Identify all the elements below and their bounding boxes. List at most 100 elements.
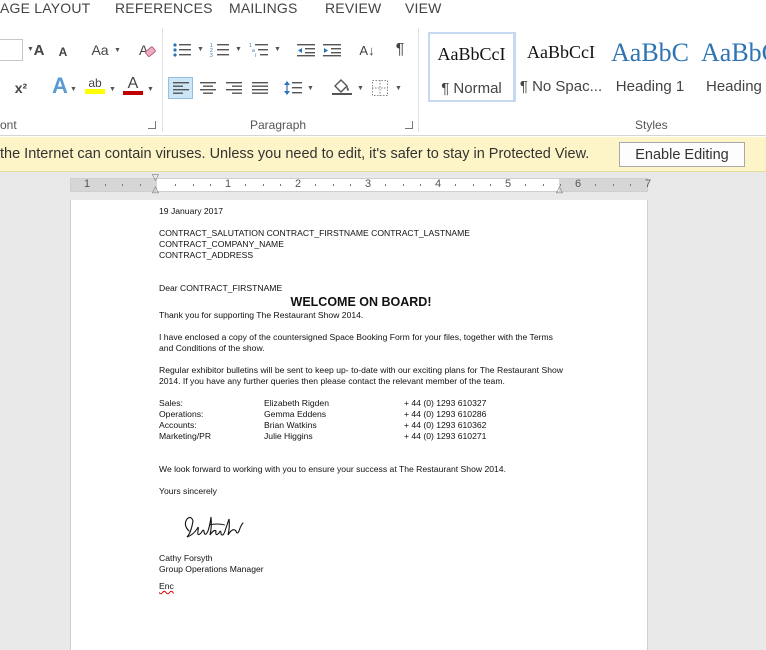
shrink-font-button[interactable]: A <box>54 41 72 63</box>
change-case-dropdown-icon[interactable]: ▼ <box>114 47 121 54</box>
hanging-indent-marker[interactable]: △ <box>152 185 159 194</box>
ruler-tick <box>105 184 106 186</box>
address-line: CONTRACT_COMPANY_NAME <box>159 239 284 249</box>
style-name: Heading <box>706 78 762 95</box>
text-effects-dropdown-icon[interactable]: ▼ <box>70 86 77 93</box>
line-spacing-icon <box>284 81 302 95</box>
style-heading-1[interactable]: AaBbC Heading 1 <box>606 32 694 102</box>
address-line: CONTRACT_SALUTATION CONTRACT_FIRSTNAME C… <box>159 228 470 238</box>
team-role: Accounts: <box>159 420 197 430</box>
ruler-number: 6 <box>574 178 582 190</box>
letter-sign-off: Yours sincerely <box>159 486 217 496</box>
group-separator <box>162 28 163 132</box>
highlight-button[interactable]: ab <box>84 74 106 96</box>
right-indent-marker[interactable]: △ <box>556 185 563 194</box>
ruler-number: 1 <box>224 178 232 190</box>
ribbon: ▼ A A Aa ▼ A x² A ▼ ab ▼ A ▼ ont ▼ 123 ▼… <box>0 22 766 136</box>
style-normal[interactable]: AaBbCcI ¶ Normal <box>428 32 516 102</box>
font-color-dropdown-icon[interactable]: ▼ <box>147 86 154 93</box>
increase-indent-button[interactable] <box>321 39 343 61</box>
multilevel-list-button[interactable]: 1ai <box>247 39 271 61</box>
line-spacing-dropdown-icon[interactable]: ▼ <box>307 85 314 92</box>
style-sample: AaBbCcI <box>527 42 595 62</box>
grow-font-button[interactable]: A <box>29 39 49 61</box>
decrease-indent-button[interactable] <box>295 39 317 61</box>
team-name: Julie Higgins <box>264 431 313 441</box>
ruler-number: 5 <box>504 178 512 190</box>
team-name: Brian Watkins <box>264 420 317 430</box>
ruler-tick <box>245 184 246 186</box>
paragraph-group-label: Paragraph <box>250 118 307 132</box>
borders-button[interactable] <box>370 77 390 99</box>
tab-review[interactable]: REVIEW <box>325 0 381 16</box>
align-left-icon <box>172 82 189 94</box>
tab-page-layout[interactable]: AGE LAYOUT <box>0 0 90 16</box>
letter-greeting: Dear CONTRACT_FIRSTNAME <box>159 283 283 293</box>
text-effects-button[interactable]: A <box>48 73 72 98</box>
superscript-button[interactable]: x² <box>10 77 32 99</box>
align-right-button[interactable] <box>222 77 246 99</box>
document-canvas[interactable]: 1 1 2 3 4 5 6 7 ▽ △ △ 19 January 2017 CO… <box>0 172 766 650</box>
first-line-indent-marker[interactable]: ▽ <box>152 173 159 182</box>
multilevel-dropdown-icon[interactable]: ▼ <box>274 46 281 53</box>
font-size-input[interactable] <box>0 39 23 61</box>
borders-dropdown-icon[interactable]: ▼ <box>395 85 402 92</box>
ruler-tick <box>315 184 316 186</box>
paragraph-dialog-launcher[interactable] <box>405 121 413 129</box>
eraser-icon: A <box>139 42 156 58</box>
tab-view[interactable]: VIEW <box>405 0 442 16</box>
font-color-button[interactable]: A <box>122 74 144 96</box>
style-name: Heading 1 <box>615 78 685 95</box>
team-contact-row: Accounts: Brian Watkins + 44 (0) 1293 61… <box>159 420 563 431</box>
clear-formatting-button[interactable]: A <box>136 39 158 61</box>
style-heading-2[interactable]: AaBbC Heading <box>695 32 766 102</box>
font-color-swatch <box>123 90 143 95</box>
team-phone: + 44 (0) 1293 610271 <box>404 431 487 441</box>
shading-button[interactable] <box>330 75 354 97</box>
style-no-spacing[interactable]: AaBbCcI ¶ No Spac... <box>517 32 605 102</box>
enclosure-note: Enc <box>159 581 174 591</box>
sort-button[interactable]: A↓ <box>356 39 378 61</box>
team-phone: + 44 (0) 1293 610362 <box>404 420 487 430</box>
align-right-icon <box>226 82 242 94</box>
enable-editing-button[interactable]: Enable Editing <box>619 142 745 167</box>
show-marks-button[interactable]: ¶ <box>390 39 410 61</box>
justify-button[interactable] <box>248 77 272 99</box>
letter-paragraph: Thank you for supporting The Restaurant … <box>159 310 364 320</box>
tab-references[interactable]: REFERENCES <box>115 0 213 16</box>
horizontal-ruler[interactable]: 1 1 2 3 4 5 6 7 ▽ △ △ <box>70 173 651 194</box>
ruler-tick <box>543 184 544 186</box>
team-name: Gemma Eddens <box>264 409 327 419</box>
bullets-button[interactable] <box>170 39 194 61</box>
line-spacing-button[interactable] <box>282 77 304 99</box>
decrease-indent-icon <box>297 44 315 57</box>
team-role: Operations: <box>159 409 204 419</box>
shading-dropdown-icon[interactable]: ▼ <box>357 85 364 92</box>
signer-title: Group Operations Manager <box>159 564 264 574</box>
change-case-button[interactable]: Aa <box>87 39 113 61</box>
ruler-tick <box>210 184 211 186</box>
tab-mailings[interactable]: MAILINGS <box>229 0 298 16</box>
signature-image <box>181 511 563 545</box>
ruler-number: 3 <box>364 178 372 190</box>
numbering-dropdown-icon[interactable]: ▼ <box>235 46 242 53</box>
ruler-number: 4 <box>434 178 442 190</box>
align-center-icon <box>200 82 216 94</box>
ribbon-tabs: AGE LAYOUT REFERENCES MAILINGS REVIEW VI… <box>0 0 766 22</box>
align-left-button[interactable] <box>168 77 193 99</box>
multilevel-list-icon: 1ai <box>249 43 268 58</box>
svg-text:3: 3 <box>210 53 213 58</box>
address-line: CONTRACT_ADDRESS <box>159 250 254 260</box>
numbering-button[interactable]: 123 <box>208 39 232 61</box>
group-separator <box>418 28 419 132</box>
align-center-button[interactable] <box>196 77 220 99</box>
ruler-tick <box>140 184 141 186</box>
highlight-dropdown-icon[interactable]: ▼ <box>109 86 116 93</box>
document-body[interactable]: 19 January 2017 CONTRACT_SALUTATION CONT… <box>159 206 563 592</box>
ruler-tick <box>350 184 351 186</box>
font-dialog-launcher[interactable] <box>148 121 156 129</box>
document-page[interactable]: 19 January 2017 CONTRACT_SALUTATION CONT… <box>70 200 648 650</box>
bullets-dropdown-icon[interactable]: ▼ <box>197 46 204 53</box>
letter-paragraph: I have enclosed a copy of the countersig… <box>159 332 553 353</box>
svg-text:i: i <box>255 53 256 58</box>
